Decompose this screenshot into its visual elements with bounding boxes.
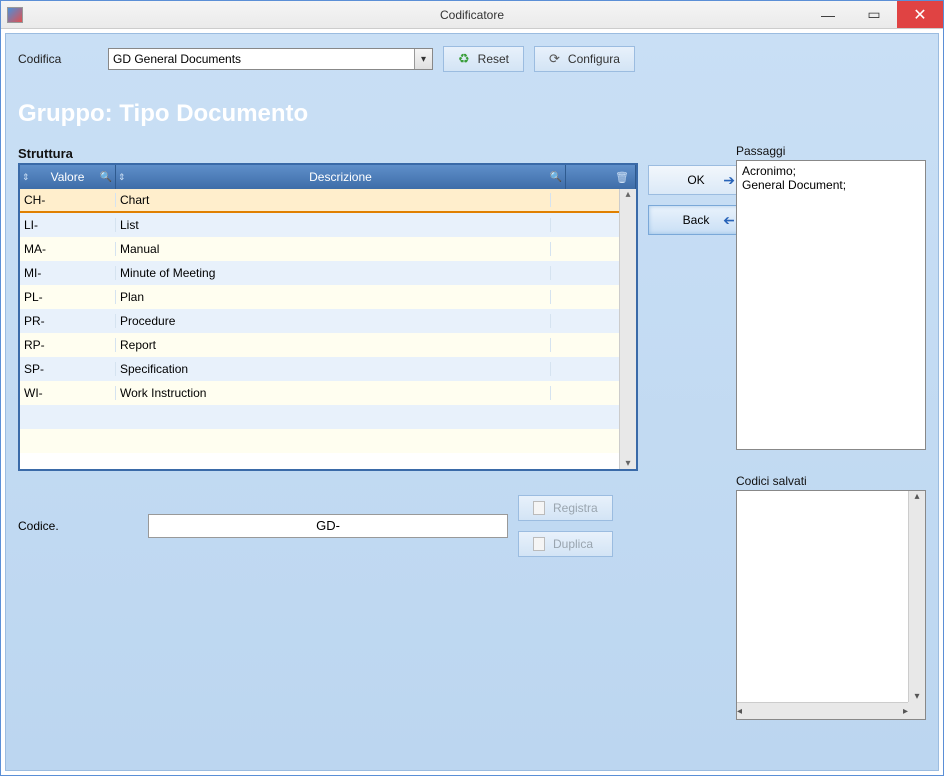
column-header-valore[interactable]: ⇕ Valore 🔍 [20, 165, 116, 189]
duplica-button[interactable]: Duplica [518, 531, 613, 557]
minimize-button[interactable]: — [805, 1, 851, 28]
cell-descrizione: Chart [116, 193, 551, 207]
search-icon[interactable]: 🔍 [100, 172, 112, 183]
document-icon [533, 537, 545, 551]
reset-button[interactable]: ♻ Reset [443, 46, 524, 72]
sort-icon: ⇕ [118, 172, 126, 183]
gear-icon: ⟳ [549, 51, 560, 67]
cell-descrizione: Plan [116, 290, 551, 304]
content-panel: Codifica GD General Documents ▾ ♻ Reset … [5, 33, 939, 771]
struttura-grid: ⇕ Valore 🔍 ⇕ Descrizione 🔍 🗑 [18, 163, 638, 471]
table-row[interactable] [20, 429, 619, 453]
back-button[interactable]: Back ➔ [648, 205, 744, 235]
configura-label: Configura [568, 52, 620, 66]
scroll-left-icon[interactable]: ◂ [737, 706, 742, 717]
app-window: Codificatore — ▭ ✕ Codifica GD General D… [0, 0, 944, 776]
codifica-value: GD General Documents [113, 52, 241, 66]
table-row[interactable]: LI-List [20, 213, 619, 237]
cell-valore: PL- [20, 290, 116, 304]
scroll-up-icon[interactable]: ▴ [625, 189, 630, 200]
window-title: Codificatore [440, 8, 504, 22]
codice-buttons: Registra Duplica [518, 495, 613, 557]
table-row[interactable]: MA-Manual [20, 237, 619, 261]
column-header-descrizione[interactable]: ⇕ Descrizione 🔍 [116, 165, 566, 189]
close-button[interactable]: ✕ [897, 1, 943, 28]
cell-valore: MI- [20, 266, 116, 280]
table-row[interactable]: CH-Chart [20, 189, 619, 213]
table-row[interactable]: MI-Minute of Meeting [20, 261, 619, 285]
table-row[interactable]: SP-Specification [20, 357, 619, 381]
search-icon[interactable]: 🔍 [550, 172, 562, 183]
table-row[interactable]: PR-Procedure [20, 309, 619, 333]
cell-descrizione: Manual [116, 242, 551, 256]
ok-label: OK [687, 173, 704, 187]
arrow-left-icon: ➔ [723, 212, 735, 229]
app-icon [7, 7, 23, 23]
trash-icon[interactable]: 🗑 [615, 171, 629, 184]
passaggi-label: Passaggi [736, 144, 926, 158]
reset-label: Reset [478, 52, 509, 66]
cell-descrizione: Work Instruction [116, 386, 551, 400]
side-panel: Passaggi Acronimo; General Document; Cod… [736, 144, 926, 720]
cell-descrizione: Procedure [116, 314, 551, 328]
cell-valore: MA- [20, 242, 116, 256]
back-label: Back [683, 213, 710, 227]
ok-back-buttons: OK ➔ Back ➔ [648, 165, 744, 557]
codici-list [737, 491, 908, 702]
table-row[interactable]: PL-Plan [20, 285, 619, 309]
maximize-button[interactable]: ▭ [851, 1, 897, 28]
cell-valore: WI- [20, 386, 116, 400]
vertical-scrollbar[interactable]: ▴ ▾ [619, 189, 636, 469]
group-title: Gruppo: Tipo Documento [18, 100, 926, 128]
codici-horizontal-scrollbar[interactable]: ◂ ▸ [737, 702, 908, 719]
top-row: Codifica GD General Documents ▾ ♻ Reset … [18, 46, 926, 72]
cell-valore: PR- [20, 314, 116, 328]
codice-label: Codice. [18, 519, 138, 533]
cell-descrizione: Specification [116, 362, 551, 376]
window-controls: — ▭ ✕ [805, 1, 943, 28]
codice-input[interactable]: GD- [148, 514, 508, 538]
scroll-up-icon[interactable]: ▴ [914, 491, 919, 502]
cell-valore: RP- [20, 338, 116, 352]
cell-descrizione: Report [116, 338, 551, 352]
scroll-down-icon[interactable]: ▾ [625, 458, 630, 469]
refresh-icon: ♻ [458, 51, 470, 67]
cell-descrizione: Minute of Meeting [116, 266, 551, 280]
codici-box[interactable]: ▴ ▾ ◂ ▸ [736, 490, 926, 720]
registra-label: Registra [553, 501, 598, 515]
codici-label: Codici salvati [736, 474, 926, 488]
cell-valore: SP- [20, 362, 116, 376]
codici-salvati-section: Codici salvati ▴ ▾ ◂ ▸ [736, 474, 926, 720]
configura-button[interactable]: ⟳ Configura [534, 46, 635, 72]
table-row[interactable] [20, 405, 619, 429]
document-icon [533, 501, 545, 515]
left-column: ⇕ Valore 🔍 ⇕ Descrizione 🔍 🗑 [18, 163, 638, 557]
cell-valore: LI- [20, 218, 116, 232]
scroll-down-icon[interactable]: ▾ [914, 691, 919, 702]
cell-descrizione: List [116, 218, 551, 232]
table-row[interactable]: RP-Report [20, 333, 619, 357]
codici-vertical-scrollbar[interactable]: ▴ ▾ [908, 491, 925, 702]
ok-button[interactable]: OK ➔ [648, 165, 744, 195]
codifica-label: Codifica [18, 52, 98, 66]
arrow-right-icon: ➔ [723, 172, 735, 189]
chevron-down-icon[interactable]: ▾ [414, 49, 432, 69]
table-row[interactable]: WI-Work Instruction [20, 381, 619, 405]
grid-header: ⇕ Valore 🔍 ⇕ Descrizione 🔍 🗑 [20, 165, 636, 189]
grid-body: CH-ChartLI-ListMA-ManualMI-Minute of Mee… [20, 189, 636, 469]
codifica-select[interactable]: GD General Documents ▾ [108, 48, 433, 70]
duplica-label: Duplica [553, 537, 593, 551]
titlebar: Codificatore — ▭ ✕ [1, 1, 943, 29]
codice-row: Codice. GD- Registra Duplica [18, 495, 638, 557]
passaggi-section: Passaggi Acronimo; General Document; [736, 144, 926, 450]
cell-valore: CH- [20, 193, 116, 207]
scroll-corner [908, 702, 925, 719]
column-header-actions[interactable]: 🗑 [566, 165, 636, 189]
passaggi-box[interactable]: Acronimo; General Document; [736, 160, 926, 450]
sort-icon: ⇕ [22, 172, 30, 183]
registra-button[interactable]: Registra [518, 495, 613, 521]
grid-rows: CH-ChartLI-ListMA-ManualMI-Minute of Mee… [20, 189, 619, 469]
